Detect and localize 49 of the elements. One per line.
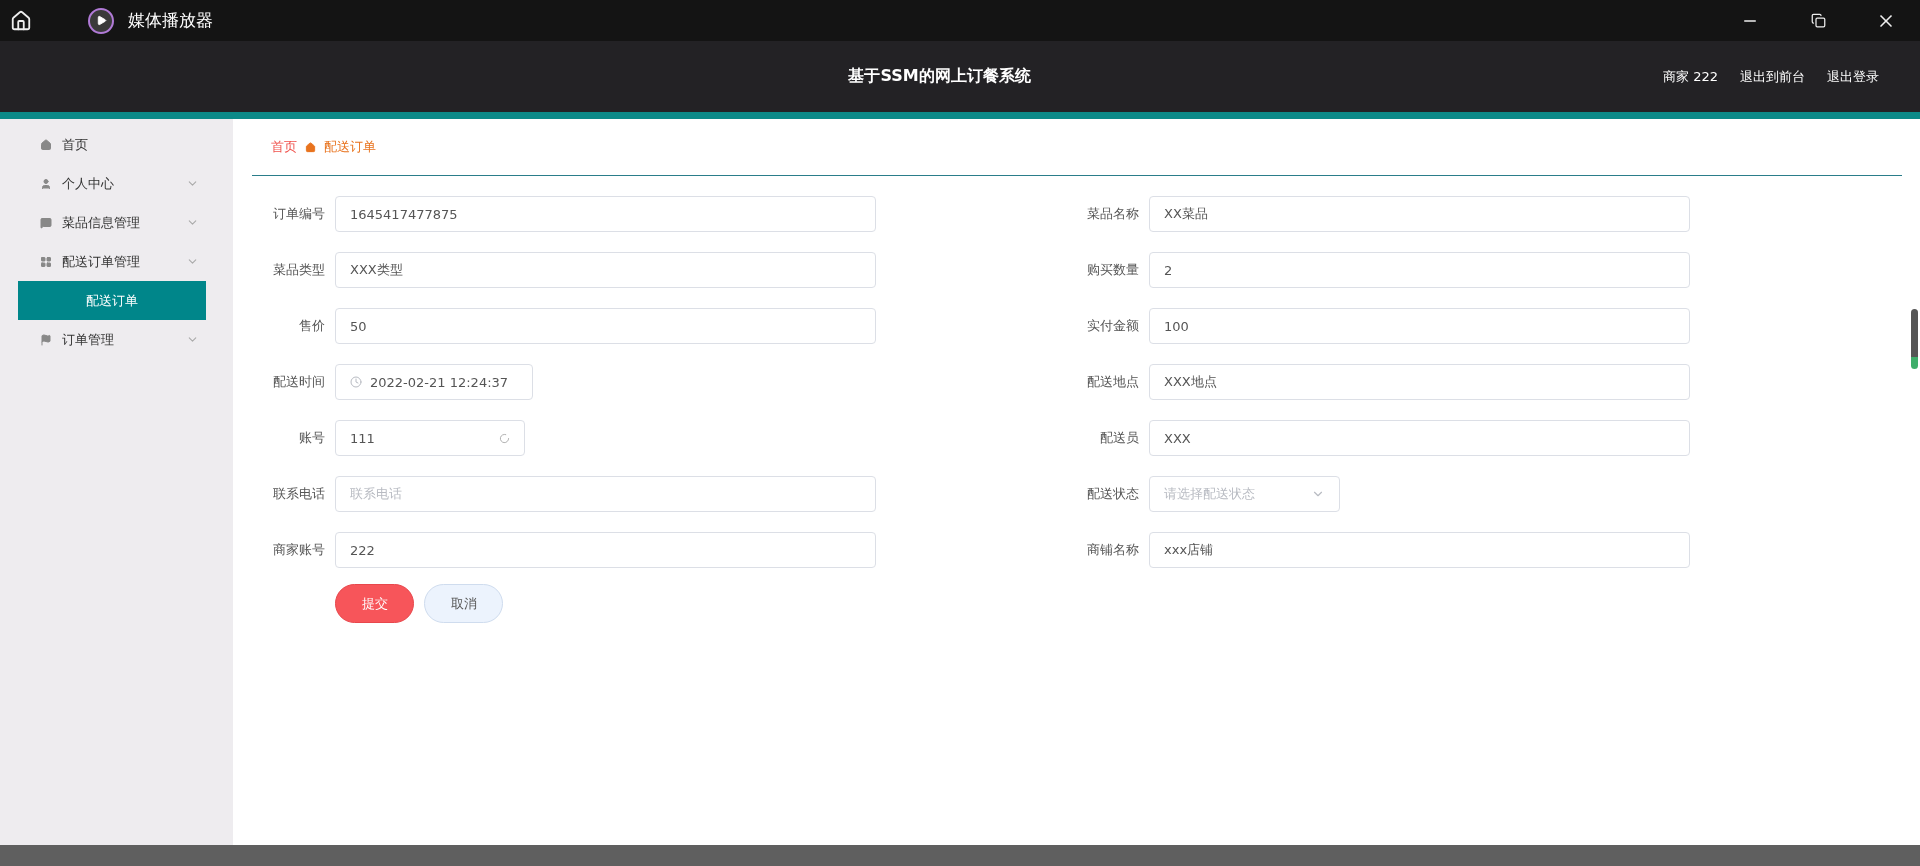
input-field[interactable]: 1645417477875 — [335, 196, 876, 232]
date-field[interactable]: 2022-02-21 12:24:37 — [335, 364, 533, 400]
cancel-button[interactable]: 取消 — [424, 584, 503, 623]
input-field[interactable]: XXX — [1149, 420, 1690, 456]
sidebar-item[interactable]: 订单管理 — [0, 320, 233, 359]
flag-icon — [40, 333, 52, 346]
field-label: 配送状态 — [1086, 485, 1139, 503]
sidebar-item[interactable]: 菜品信息管理 — [0, 203, 233, 242]
input-field[interactable]: XXX地点 — [1149, 364, 1690, 400]
grid-icon — [40, 255, 52, 268]
user-icon — [40, 177, 52, 190]
play-logo-icon — [88, 7, 114, 34]
input-field[interactable]: xxx店铺 — [1149, 532, 1690, 568]
home-icon — [40, 138, 52, 151]
header-link[interactable]: 退出到前台 — [1740, 67, 1805, 86]
input-field[interactable]: XXX类型 — [335, 252, 876, 288]
field-label: 商铺名称 — [1086, 541, 1139, 559]
input-field[interactable]: 111 — [335, 420, 525, 456]
field-label: 账号 — [298, 429, 325, 447]
input-field[interactable]: 50 — [335, 308, 876, 344]
spinner-icon — [499, 432, 510, 444]
field-label: 商家账号 — [272, 541, 325, 559]
field-label: 菜品名称 — [1086, 205, 1139, 223]
input-field[interactable]: 222 — [335, 532, 876, 568]
sidebar-item[interactable]: 配送订单管理 — [0, 242, 233, 281]
input-field[interactable]: 100 — [1149, 308, 1690, 344]
chat-icon — [40, 216, 52, 229]
field-label: 售价 — [298, 317, 325, 335]
input-field[interactable]: XX菜品 — [1149, 196, 1690, 232]
scrollbar-thumb[interactable] — [1911, 309, 1918, 369]
field-label: 配送时间 — [272, 373, 325, 391]
sidebar-item[interactable]: 个人中心 — [0, 164, 233, 203]
house-icon — [305, 141, 316, 153]
field-label: 订单编号 — [272, 205, 325, 223]
field-label: 配送地点 — [1086, 373, 1139, 391]
header-link[interactable]: 退出登录 — [1827, 67, 1879, 86]
field-label: 菜品类型 — [272, 261, 325, 279]
sidebar-item[interactable]: 首页 — [0, 125, 233, 164]
app-title: 基于SSM的网上订餐系统 — [848, 66, 1031, 87]
clock-icon — [350, 376, 362, 388]
field-label: 购买数量 — [1086, 261, 1139, 279]
field-label: 实付金额 — [1086, 317, 1139, 335]
header-link[interactable]: 商家 222 — [1663, 67, 1718, 86]
field-label: 联系电话 — [272, 485, 325, 503]
input-field[interactable]: 2 — [1149, 252, 1690, 288]
window-title: 媒体播放器 — [128, 9, 213, 32]
breadcrumb-link[interactable]: 首页 — [271, 138, 297, 156]
sidebar-subitem[interactable]: 配送订单 — [18, 281, 206, 320]
field-label: 配送员 — [1099, 429, 1139, 447]
